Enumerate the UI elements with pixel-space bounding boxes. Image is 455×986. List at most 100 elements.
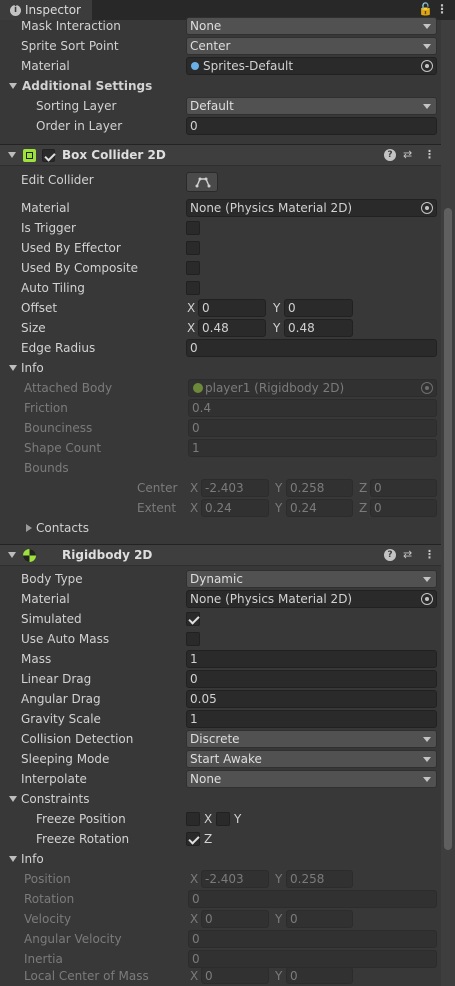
object-picker-icon[interactable] — [421, 593, 433, 605]
edge-radius-input[interactable]: 0 — [186, 339, 437, 357]
additional-settings-row[interactable]: Additional Settings — [0, 76, 441, 96]
sorting-layer-label: Sorting Layer — [36, 99, 117, 113]
box-collider-enabled-checkbox[interactable] — [42, 149, 55, 162]
additional-settings-label: Additional Settings — [22, 79, 153, 93]
gravity-scale-input[interactable]: 1 — [186, 710, 437, 728]
edit-collider-button[interactable] — [186, 172, 218, 192]
angular-drag-label: Angular Drag — [21, 692, 101, 706]
sleeping-mode-dropdown[interactable]: Start Awake — [186, 750, 437, 768]
constraints-row[interactable]: Constraints — [0, 789, 441, 809]
rigidbody-info-label: Info — [21, 852, 44, 866]
sprite-sort-point-label: Sprite Sort Point — [21, 39, 119, 53]
size-label: Size — [21, 321, 46, 335]
body-type-label: Body Type — [21, 572, 83, 586]
mass-label: Mass — [21, 652, 52, 666]
attached-body-label: Attached Body — [24, 381, 113, 395]
used-by-effector-row: Used By Effector — [0, 238, 441, 258]
rigidbody-material-row: Material None (Physics Material 2D) — [0, 589, 441, 609]
center-y-label: Y — [275, 481, 283, 495]
angular-velocity-row: Angular Velocity 0 — [0, 929, 441, 949]
size-x-input[interactable]: 0.48 — [198, 319, 266, 337]
bounds-extent-label: Extent — [137, 501, 177, 515]
used-by-composite-checkbox[interactable] — [186, 261, 200, 275]
bounds-center-row: Center X -2.403 Y 0.258 Z 0 — [0, 478, 441, 498]
component-menu-icon[interactable]: ⋮ — [424, 148, 435, 161]
edge-radius-row: Edge Radius 0 — [0, 338, 441, 358]
mask-interaction-dropdown[interactable]: None — [186, 17, 437, 35]
scrollbar-thumb[interactable] — [444, 208, 452, 850]
simulated-checkbox[interactable] — [186, 612, 200, 626]
angular-drag-row: Angular Drag 0.05 — [0, 689, 441, 709]
bounds-row: Bounds — [0, 458, 441, 478]
order-in-layer-row: Order in Layer 0 — [0, 116, 441, 136]
sprite-material-field[interactable]: Sprites-Default — [186, 57, 437, 75]
mass-input[interactable]: 1 — [186, 650, 437, 668]
angular-drag-input[interactable]: 0.05 — [186, 690, 437, 708]
simulated-label: Simulated — [21, 612, 82, 626]
collider-info-row[interactable]: Info — [0, 358, 441, 378]
dropdown-arrow-icon — [423, 24, 431, 29]
presets-icon[interactable]: ⇄ — [403, 148, 412, 161]
foldout-arrow-icon[interactable] — [9, 796, 17, 802]
body-type-dropdown[interactable]: Dynamic — [186, 570, 437, 588]
use-auto-mass-checkbox[interactable] — [186, 632, 200, 646]
field-value: Sprites-Default — [203, 59, 294, 73]
position-y-label: Y — [275, 872, 283, 886]
attached-body-field: player1 (Rigidbody 2D) — [188, 379, 437, 397]
extent-z-value: 0 — [370, 499, 437, 517]
position-x-label: X — [190, 872, 199, 886]
presets-icon[interactable]: ⇄ — [403, 548, 412, 561]
field-value: None (Physics Material 2D) — [190, 201, 353, 215]
more-menu-icon[interactable]: ⋮ — [436, 2, 448, 16]
offset-x-label[interactable]: X — [187, 298, 195, 318]
sorting-layer-dropdown[interactable]: Default — [186, 97, 437, 115]
center-z-label: Z — [359, 481, 368, 495]
lock-icon[interactable]: 🔓 — [418, 2, 433, 16]
freeze-position-y-checkbox[interactable] — [216, 812, 230, 826]
freeze-position-x-checkbox[interactable] — [186, 812, 200, 826]
use-auto-mass-row: Use Auto Mass — [0, 629, 441, 649]
foldout-arrow-icon[interactable] — [9, 856, 17, 862]
velocity-x-value: 0 — [201, 910, 269, 928]
foldout-arrow-icon[interactable] — [26, 524, 32, 532]
offset-y-label[interactable]: Y — [273, 298, 280, 318]
foldout-arrow-icon[interactable] — [9, 365, 17, 371]
sorting-layer-row: Sorting Layer Default — [0, 96, 441, 116]
size-y-input[interactable]: 0.48 — [284, 319, 353, 337]
collider-material-field[interactable]: None (Physics Material 2D) — [186, 199, 437, 217]
help-icon[interactable]: ? — [384, 149, 396, 161]
help-icon[interactable]: ? — [384, 549, 396, 561]
auto-tiling-checkbox[interactable] — [186, 281, 200, 295]
box-collider-header[interactable]: Box Collider 2D ? ⇄ ⋮ — [0, 144, 441, 166]
attached-body-row: Attached Body player1 (Rigidbody 2D) — [0, 378, 441, 398]
foldout-arrow-icon[interactable] — [8, 152, 16, 158]
rigidbody-info-row[interactable]: Info — [0, 849, 441, 869]
component-menu-icon[interactable]: ⋮ — [424, 548, 435, 561]
order-in-layer-input[interactable]: 0 — [186, 117, 437, 135]
sprite-material-row: Material Sprites-Default — [0, 56, 441, 76]
rigidbody-header[interactable]: Rigidbody 2D ? ⇄ ⋮ — [0, 544, 441, 566]
freeze-position-x-label: X — [204, 812, 213, 826]
extent-z-label: Z — [359, 501, 368, 515]
foldout-arrow-icon[interactable] — [8, 552, 16, 558]
contacts-row[interactable]: Contacts — [0, 518, 441, 538]
angular-velocity-value: 0 — [188, 930, 437, 948]
freeze-rotation-z-checkbox[interactable] — [186, 832, 200, 846]
object-picker-icon[interactable] — [421, 60, 433, 72]
offset-y-input[interactable]: 0 — [284, 299, 353, 317]
collision-detection-dropdown[interactable]: Discrete — [186, 730, 437, 748]
offset-x-input[interactable]: 0 — [198, 299, 266, 317]
dropdown-value: None — [190, 772, 222, 786]
used-by-effector-checkbox[interactable] — [186, 241, 200, 255]
sprite-sort-point-dropdown[interactable]: Center — [186, 37, 437, 55]
foldout-arrow-icon[interactable] — [9, 83, 17, 89]
edit-collider-icon — [195, 177, 211, 188]
linear-drag-input[interactable]: 0 — [186, 670, 437, 688]
object-picker-icon[interactable] — [421, 202, 433, 214]
com-y-value: 0 — [286, 967, 353, 984]
size-y-label[interactable]: Y — [273, 318, 280, 338]
size-x-label[interactable]: X — [187, 318, 195, 338]
interpolate-dropdown[interactable]: None — [186, 770, 437, 788]
is-trigger-checkbox[interactable] — [186, 221, 200, 235]
rigidbody-material-field[interactable]: None (Physics Material 2D) — [186, 590, 437, 608]
